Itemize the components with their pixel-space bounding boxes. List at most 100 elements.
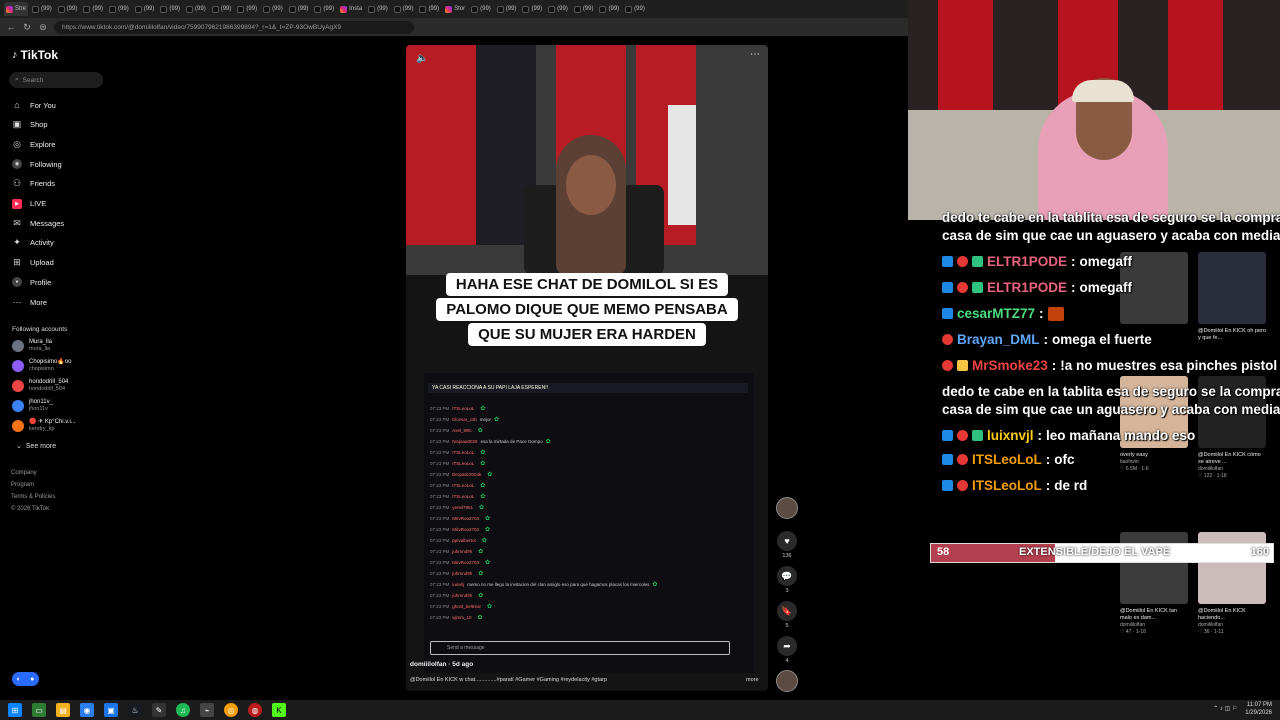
- theme-toggle[interactable]: ◐ ●: [12, 672, 39, 686]
- browser-tab[interactable]: (99): [30, 2, 54, 16]
- browser-tab[interactable]: (99): [312, 2, 336, 16]
- browser-tab[interactable]: (99): [287, 2, 311, 16]
- heart-icon[interactable]: ♥: [777, 531, 797, 551]
- sidebar-item-activity[interactable]: ✦ Activity: [12, 237, 54, 248]
- browser-tab[interactable]: (99): [623, 2, 647, 16]
- browser-tab[interactable]: (99): [158, 2, 182, 16]
- see-more-button[interactable]: ⌄ See more: [16, 442, 56, 450]
- kick-icon[interactable]: K: [272, 703, 286, 717]
- video-author[interactable]: domiiilolfan · 5d ago: [410, 661, 473, 668]
- sidebar-item-more[interactable]: ⋯ More: [12, 297, 48, 307]
- creator-avatar[interactable]: [776, 497, 798, 519]
- back-icon[interactable]: ←: [6, 22, 16, 32]
- tab-label: (99): [323, 6, 335, 12]
- following-account[interactable]: Mura_lla mura_lla: [12, 339, 52, 353]
- sidebar-item-following[interactable]: ◉ Following: [12, 159, 62, 170]
- browser-tab[interactable]: (99): [597, 2, 621, 16]
- avatar[interactable]: [776, 497, 798, 519]
- browser-tab[interactable]: (99): [520, 2, 544, 16]
- app-icon[interactable]: ▣: [104, 703, 118, 717]
- sidebar-item-live[interactable]: ▶ LIVE: [12, 198, 46, 209]
- browser-tab[interactable]: Stor: [443, 2, 467, 16]
- chat-user: ghost_beltrear: [452, 604, 482, 609]
- description-more-link[interactable]: more: [746, 677, 759, 683]
- sidebar-item-for-you[interactable]: ⌂ For You: [12, 100, 56, 110]
- account-name: hondodrill_504: [29, 379, 69, 385]
- terminal-icon[interactable]: ▭: [32, 703, 46, 717]
- chat-line: 07:23 PM luisvlij memo no me llego la invi…: [430, 581, 657, 588]
- sidebar-item-profile[interactable]: ● Profile: [12, 277, 51, 288]
- site-info-icon[interactable]: ⊜: [38, 22, 48, 33]
- chrome-icon[interactable]: ◎: [224, 703, 238, 717]
- more-options-icon[interactable]: ⋯: [750, 49, 760, 60]
- video-player[interactable]: 🔈 ⋯ HAHA ESE CHAT DE DOMILOL SI ES PALOMO…: [406, 45, 768, 691]
- sidebar-item-label: More: [30, 297, 48, 307]
- comment-action[interactable]: 💬 3: [776, 566, 798, 594]
- pen-icon[interactable]: ✎: [152, 703, 166, 717]
- following-account[interactable]: 🔴 ✈ Kp°Chi.v.i... kendry_kp: [12, 419, 76, 433]
- share-action[interactable]: ➦ 4: [776, 636, 798, 664]
- browser-tab[interactable]: (99): [417, 2, 441, 16]
- sidebar-item-explore[interactable]: ◎ Explore: [12, 139, 55, 149]
- footer-link[interactable]: Program: [11, 482, 34, 488]
- sidebar-item-shop[interactable]: ▣ Shop: [12, 119, 48, 130]
- url-field[interactable]: https://www.tiktok.com/@domiiilolfan/vid…: [54, 20, 414, 34]
- chat-time: 07:23 PM: [430, 505, 450, 510]
- browser-tab[interactable]: (99): [56, 2, 80, 16]
- tab-label: Insta: [349, 6, 363, 12]
- emote-icon: ✿: [485, 516, 491, 522]
- sidebar-item-messages[interactable]: ✉ Messages: [12, 218, 64, 228]
- steam-icon[interactable]: ♨: [128, 703, 142, 717]
- save-action[interactable]: 🔖 5: [776, 601, 798, 629]
- spotify-icon[interactable]: ♫: [176, 703, 190, 717]
- caption-line: PALOMO DIQUE QUE MEMO PENSABA: [436, 298, 738, 321]
- start-icon[interactable]: ⊞: [8, 703, 22, 717]
- footer-link[interactable]: Company: [11, 470, 37, 476]
- music-disc-icon[interactable]: [776, 670, 798, 692]
- volume-icon[interactable]: 🔈: [416, 53, 428, 64]
- tiktok-logo[interactable]: ♪ TikTok: [12, 48, 58, 62]
- browser-tab[interactable]: (99): [235, 2, 259, 16]
- following-account[interactable]: Chopisimo🔥oo chopisimo: [12, 359, 72, 373]
- bookmark-icon[interactable]: 🔖: [777, 601, 797, 621]
- chat-badge-icon: [957, 256, 968, 267]
- share-icon[interactable]: ➦: [777, 636, 797, 656]
- browser-tab[interactable]: (99): [107, 2, 131, 16]
- following-account[interactable]: hondodrill_504 hondodrill_504: [12, 379, 68, 393]
- browser-tab[interactable]: (99): [133, 2, 157, 16]
- browser-tab[interactable]: (99): [81, 2, 105, 16]
- emote-icon: ✿: [480, 461, 486, 467]
- browser-tab[interactable]: (99): [184, 2, 208, 16]
- folder-icon[interactable]: ▤: [56, 703, 70, 717]
- browser-tab[interactable]: (99): [392, 2, 416, 16]
- footer-link: © 2026 TikTok: [11, 506, 50, 512]
- sidebar-item-friends[interactable]: ⚇ Friends: [12, 178, 55, 189]
- browser-tab[interactable]: (99): [366, 2, 390, 16]
- shop-icon: ▣: [12, 119, 22, 130]
- browser-tab[interactable]: (99): [546, 2, 570, 16]
- obs-icon[interactable]: ◍: [248, 703, 262, 717]
- search-input[interactable]: ⌕ Search: [9, 72, 103, 88]
- browser-tab[interactable]: (99): [469, 2, 493, 16]
- sidebar-item-upload[interactable]: ⊞ Upload: [12, 257, 54, 268]
- following-account[interactable]: jhon11v_ jhon11v: [12, 399, 53, 413]
- music-disc[interactable]: [776, 670, 798, 692]
- chat-line: 07:23 PM juhrnnd9h ✿: [430, 548, 483, 555]
- edge-browser-icon[interactable]: ◉: [80, 703, 94, 717]
- comment-icon[interactable]: 💬: [777, 566, 797, 586]
- sidebar-item-label: Explore: [30, 139, 56, 149]
- tool-icon[interactable]: ⌁: [200, 703, 214, 717]
- browser-tab[interactable]: Insta: [338, 2, 364, 16]
- reload-icon[interactable]: ↻: [22, 22, 32, 33]
- browser-tab-strip: Stre (99) (99) (99) (99) (99) (99) (99) (99) (99)…: [0, 0, 908, 18]
- clock[interactable]: 11:07 PM 1/29/2026: [1245, 701, 1272, 717]
- emote-icon: ✿: [480, 450, 486, 456]
- browser-tab[interactable]: (99): [210, 2, 234, 16]
- like-action[interactable]: ♥ 136: [776, 531, 798, 559]
- browser-tab[interactable]: (99): [261, 2, 285, 16]
- browser-tab[interactable]: (99): [572, 2, 596, 16]
- browser-tab[interactable]: Stre: [4, 2, 29, 16]
- browser-tab[interactable]: (99): [495, 2, 519, 16]
- tray-icons[interactable]: ⌃ ♪ ◫ ⚐: [1213, 705, 1237, 713]
- footer-link[interactable]: Terms & Policies: [11, 494, 55, 500]
